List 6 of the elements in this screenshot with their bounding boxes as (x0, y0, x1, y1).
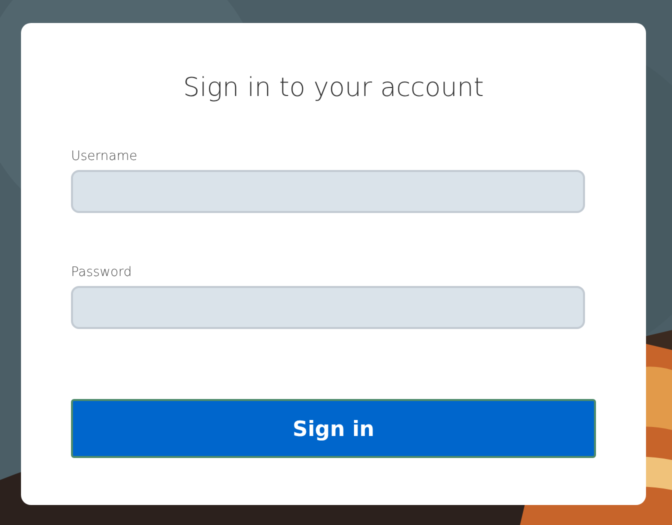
input-field[interactable] (71, 170, 585, 213)
card-title: Sign in to your account (182, 75, 485, 101)
sign-in-button[interactable]: Sign in (71, 399, 596, 458)
input-field[interactable] (71, 286, 585, 329)
field-label: Password (71, 265, 132, 280)
field-label: Username (71, 149, 138, 164)
